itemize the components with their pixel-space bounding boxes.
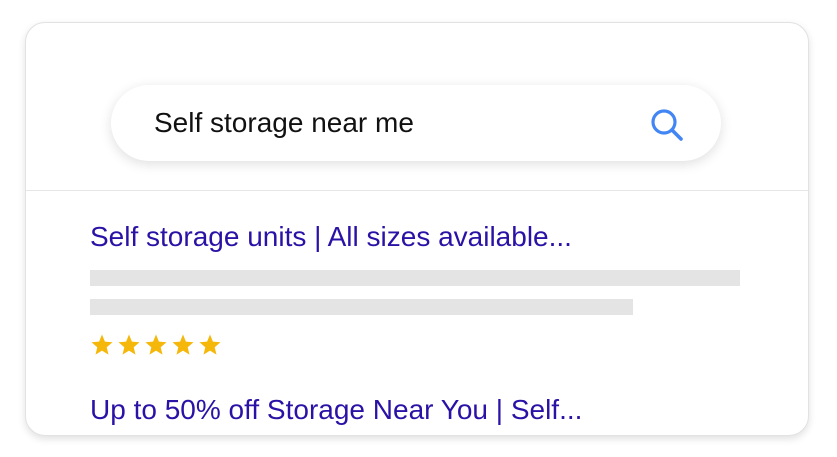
search-icon[interactable] xyxy=(647,105,687,145)
snippet-placeholder-line xyxy=(90,270,740,286)
search-query-text[interactable]: Self storage near me xyxy=(154,105,414,141)
result-title-link[interactable]: Self storage units | All sizes available… xyxy=(90,219,572,255)
star-icon xyxy=(145,334,167,355)
search-results-card: Self storage near me Self storage units … xyxy=(25,22,809,436)
star-icon xyxy=(118,334,140,355)
star-icon xyxy=(91,334,113,355)
result-title-link[interactable]: Up to 50% off Storage Near You | Self... xyxy=(90,392,582,428)
star-icon xyxy=(172,334,194,355)
search-bar[interactable]: Self storage near me xyxy=(111,85,721,161)
divider xyxy=(26,190,808,191)
snippet-placeholder-line xyxy=(90,299,633,315)
star-icon xyxy=(199,334,221,355)
star-rating xyxy=(90,333,222,357)
